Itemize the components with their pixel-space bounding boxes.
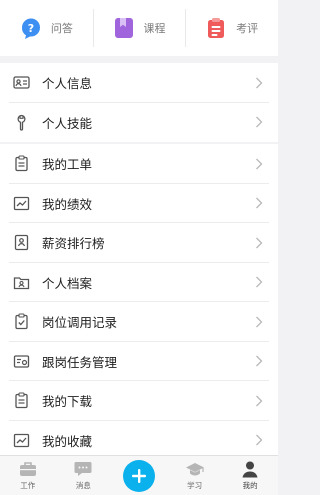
menu-item-my-work-orders[interactable]: 我的工单 xyxy=(0,144,278,184)
profile-group: 个人信息 个人技能 xyxy=(0,63,278,142)
tab-label: 消息 xyxy=(75,481,91,490)
chat-bubble-icon xyxy=(74,462,92,476)
chevron-right-icon xyxy=(256,116,263,128)
chevron-right-icon xyxy=(256,197,263,209)
add-icon xyxy=(131,468,146,483)
trend-chart-icon xyxy=(13,196,30,210)
tab-work[interactable]: 工作 xyxy=(0,456,56,495)
menu-item-label: 我的绩效 xyxy=(42,196,93,212)
menu-group: 我的工单 我的绩效 薪资排行榜 个人档案 岗位调用记录 跟岗任务管理 我的下载 … xyxy=(0,144,278,460)
chevron-right-icon xyxy=(256,434,263,446)
evaluation-clipboard-icon xyxy=(208,18,225,38)
menu-item-position-transfer-records[interactable]: 岗位调用记录 xyxy=(0,302,278,342)
bottom-tab-bar: 工作 消息 学习 我的 xyxy=(0,455,278,495)
chevron-right-icon xyxy=(256,237,263,249)
menu-item-personal-archive[interactable]: 个人档案 xyxy=(0,263,278,303)
task-settings-icon xyxy=(13,355,30,368)
tab-messages[interactable]: 消息 xyxy=(56,456,112,495)
shortcut-course[interactable]: 课程 xyxy=(92,0,186,56)
menu-item-label: 跟岗任务管理 xyxy=(42,354,118,370)
add-button[interactable] xyxy=(122,459,155,492)
tab-label: 工作 xyxy=(20,481,36,490)
svg-text:?: ? xyxy=(28,22,34,35)
folder-user-icon xyxy=(13,277,30,289)
menu-item-label: 个人技能 xyxy=(42,115,93,131)
menu-item-label: 我的收藏 xyxy=(42,433,93,449)
shortcut-bar: ? 问答 课程 考评 xyxy=(0,0,278,56)
shortcut-label: 问答 xyxy=(50,22,73,35)
menu-item-my-downloads[interactable]: 我的下载 xyxy=(0,381,278,421)
menu-item-label: 个人档案 xyxy=(42,275,93,291)
shortcut-qa[interactable]: ? 问答 xyxy=(0,0,93,56)
graduation-cap-icon xyxy=(185,463,204,476)
tab-study[interactable]: 学习 xyxy=(167,456,223,495)
chevron-right-icon xyxy=(256,395,263,407)
chevron-right-icon xyxy=(256,77,263,89)
menu-item-label: 薪资排行榜 xyxy=(42,236,105,252)
briefcase-icon xyxy=(19,462,36,476)
chevron-right-icon xyxy=(256,276,263,288)
clipboard-check-icon xyxy=(15,313,28,330)
menu-item-personal-skills[interactable]: 个人技能 xyxy=(0,103,278,143)
chevron-right-icon xyxy=(256,355,263,367)
menu-item-label: 个人信息 xyxy=(42,76,93,92)
clipboard-icon xyxy=(15,155,28,172)
question-bubble-icon: ? xyxy=(21,18,40,39)
course-book-icon xyxy=(114,18,133,38)
menu-item-shadowing-task-management[interactable]: 跟岗任务管理 xyxy=(0,342,278,382)
download-doc-icon xyxy=(15,392,28,409)
wrench-icon xyxy=(17,114,26,131)
user-icon xyxy=(242,461,258,478)
menu-item-salary-ranking[interactable]: 薪资排行榜 xyxy=(0,223,278,263)
shortcut-label: 考评 xyxy=(236,22,259,35)
menu-item-label: 岗位调用记录 xyxy=(42,315,118,331)
favorites-chart-icon xyxy=(13,433,30,447)
ranking-badge-icon xyxy=(14,235,29,251)
menu-item-label: 我的工单 xyxy=(42,157,93,173)
shortcut-label: 课程 xyxy=(143,22,166,35)
tab-mine[interactable]: 我的 xyxy=(222,456,278,495)
shortcut-evaluation[interactable]: 考评 xyxy=(185,0,278,56)
tab-label: 我的 xyxy=(242,481,258,490)
tab-label: 学习 xyxy=(187,481,203,490)
tab-add[interactable] xyxy=(111,456,167,495)
chevron-right-icon xyxy=(256,158,263,170)
menu-item-personal-info[interactable]: 个人信息 xyxy=(0,63,278,103)
id-card-icon xyxy=(13,76,30,89)
menu-item-label: 我的下载 xyxy=(42,394,93,410)
menu-item-my-performance[interactable]: 我的绩效 xyxy=(0,184,278,224)
chevron-right-icon xyxy=(256,316,263,328)
